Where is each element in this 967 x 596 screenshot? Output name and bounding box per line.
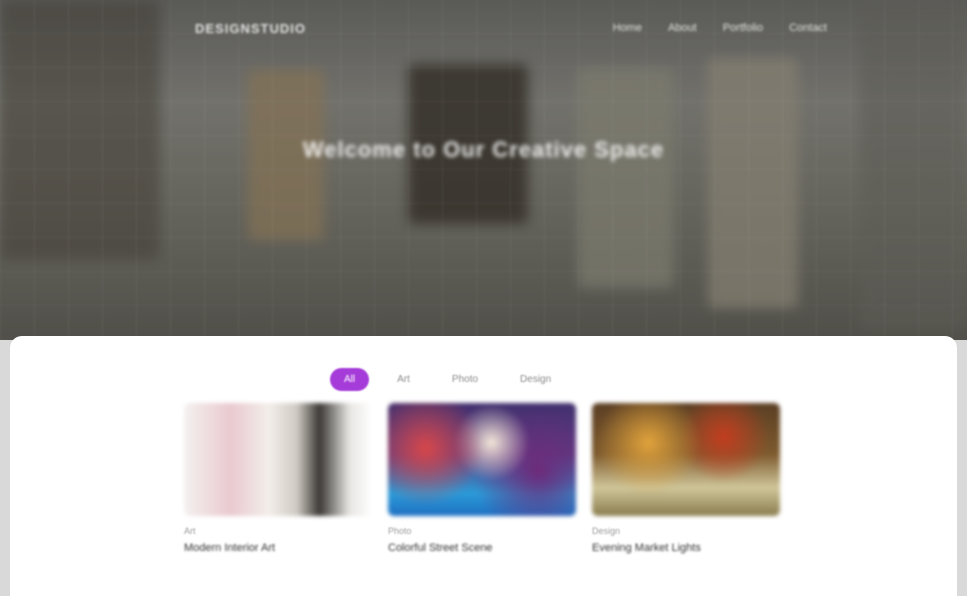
portfolio-grid: Art Modern Interior Art Photo Colorful S… [184,403,780,554]
portfolio-card[interactable]: Art Modern Interior Art [184,403,372,554]
hero-title: Welcome to Our Creative Space [302,136,665,162]
card-title[interactable]: Evening Market Lights [592,542,780,554]
menu-item-portfolio[interactable]: Portfolio [723,22,763,34]
menu-item-contact[interactable]: Contact [789,22,827,34]
tab-design[interactable]: Design [506,368,565,391]
site-logo[interactable]: DESIGNSTUDIO [195,21,306,36]
tab-photo[interactable]: Photo [438,368,492,391]
tab-art[interactable]: Art [383,368,424,391]
menu-item-home[interactable]: Home [613,22,642,34]
portfolio-card[interactable]: Design Evening Market Lights [592,403,780,554]
card-category: Design [592,526,621,536]
card-thumbnail [184,403,372,516]
card-title[interactable]: Colorful Street Scene [388,542,576,554]
top-navigation: DESIGNSTUDIO Home About Portfolio Contac… [0,0,967,56]
tab-all[interactable]: All [330,368,370,391]
hero-banner: DESIGNSTUDIO Home About Portfolio Contac… [0,0,967,340]
filter-tabs: All Art Photo Design [330,368,565,391]
main-menu: Home About Portfolio Contact [613,22,827,34]
card-category: Photo [388,526,412,536]
card-title[interactable]: Modern Interior Art [184,542,372,554]
menu-item-about[interactable]: About [668,22,697,34]
card-category: Art [184,526,196,536]
card-thumbnail [388,403,576,516]
portfolio-card[interactable]: Photo Colorful Street Scene [388,403,576,554]
card-thumbnail [592,403,780,516]
